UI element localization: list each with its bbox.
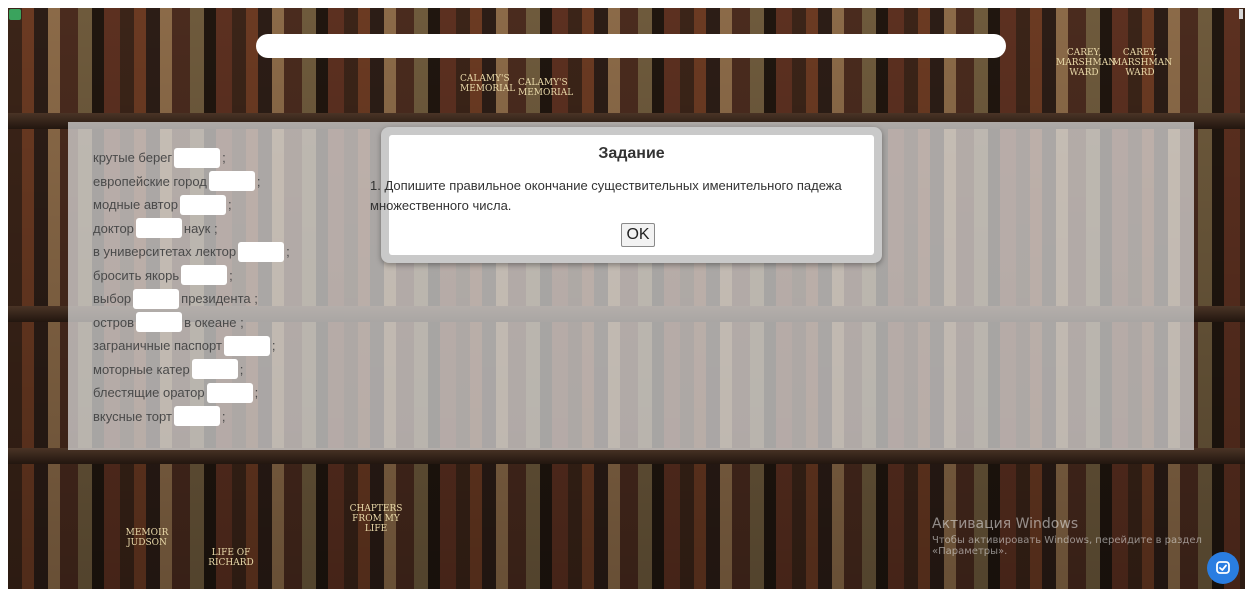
line-text-before: бросить якорь — [93, 267, 180, 283]
book-spine-label: CHAPTERS FROM MY LIFE — [349, 504, 403, 534]
app-icon[interactable] — [9, 9, 21, 20]
line-text-after: ; — [256, 173, 261, 189]
line-text-after: ; — [229, 267, 233, 283]
exercise-line: заграничные паспорт ; — [93, 334, 290, 358]
line-text-after: ; — [254, 385, 259, 400]
line-text-before: в университетах лектор — [93, 244, 237, 259]
line-text-after: наук ; — [183, 220, 218, 236]
book-spine-label: MEMOIR JUDSON — [125, 528, 169, 548]
exercise-line: остров в океане ; — [93, 311, 290, 335]
watermark-title: Активация Windows — [932, 516, 1079, 532]
line-text-before: выбор — [93, 291, 132, 306]
line-text-before: европейские город — [93, 173, 207, 189]
exercise-line: доктор наук ; — [93, 217, 290, 241]
exercise-line: крутые берег ; — [93, 146, 290, 170]
book-spine-label: LIFE OF RICHARD — [208, 548, 254, 568]
shelf-board — [8, 448, 1245, 464]
line-text-after: ; — [221, 408, 226, 424]
answer-input[interactable] — [206, 382, 253, 403]
answer-input[interactable] — [238, 241, 285, 262]
answer-input[interactable] — [135, 218, 182, 239]
line-text-before: моторные катер — [93, 361, 190, 377]
book-spine-label: CALAMY'S MEMORIAL — [518, 78, 574, 98]
answer-input[interactable] — [208, 171, 255, 192]
help-chat-button[interactable] — [1207, 552, 1239, 584]
line-text-before: остров — [93, 314, 135, 330]
book-spine-label: CAREY, MARSHMAN WARD — [1056, 48, 1117, 78]
line-text-after: ; — [222, 150, 226, 165]
answer-input[interactable] — [191, 359, 238, 380]
task-dialog: Задание 1. Допишите правильное окончание… — [370, 127, 882, 263]
exercise-line: выбор президента ; — [93, 287, 290, 311]
scroll-indicator — [1239, 9, 1243, 19]
line-text-after: ; — [239, 361, 244, 377]
answer-input[interactable] — [136, 312, 183, 333]
exercise-line: европейские город ; — [93, 170, 290, 194]
line-text-after: ; — [286, 244, 290, 259]
line-text-before: модные автор — [93, 197, 178, 212]
task-dialog-body: Задание 1. Допишите правильное окончание… — [370, 135, 874, 255]
book-spine-label: CALAMY'S MEMORIAL — [460, 74, 516, 94]
line-text-after: президента ; — [181, 291, 258, 306]
line-text-after: в океане ; — [184, 314, 244, 330]
exercise-line: вкусные торт ; — [93, 405, 290, 429]
chat-check-icon — [1216, 561, 1230, 574]
line-text-after: ; — [227, 197, 232, 212]
answer-input[interactable] — [174, 147, 221, 168]
line-text-before: доктор — [93, 220, 134, 236]
book-spine-label: CAREY, MARSHMAN WARD — [1112, 48, 1173, 78]
exercise-list: крутые берег ; европейские город ; модны… — [93, 146, 290, 428]
line-text-before: крутые берег — [93, 150, 173, 165]
line-text-after: ; — [271, 338, 276, 353]
answer-input[interactable] — [133, 288, 180, 309]
line-text-before: блестящие оратор — [93, 385, 205, 400]
progress-bar — [256, 34, 1006, 58]
exercise-line: бросить якорь ; — [93, 264, 290, 288]
dialog-title: Задание — [598, 145, 665, 162]
line-text-before: вкусные торт — [93, 408, 172, 424]
exercise-line: модные автор ; — [93, 193, 290, 217]
answer-input[interactable] — [179, 194, 226, 215]
exercise-line: в университетах лектор ; — [93, 240, 290, 264]
ok-button[interactable]: OK — [621, 223, 655, 247]
windows-activation-watermark: Активация Windows Чтобы активировать Win… — [932, 516, 1222, 557]
watermark-text: Чтобы активировать Windows, перейдите в … — [932, 535, 1202, 557]
dialog-text: 1. Допишите правильное окончание существ… — [370, 178, 842, 213]
exercise-line: моторные катер ; — [93, 358, 290, 382]
exercise-line: блестящие оратор ; — [93, 381, 290, 405]
page: CALAMY'S MEMORIAL CALAMY'S MEMORIAL CARE… — [0, 0, 1245, 589]
line-text-before: заграничные паспорт — [93, 338, 222, 353]
answer-input[interactable] — [173, 406, 220, 427]
answer-input[interactable] — [181, 265, 228, 286]
answer-input[interactable] — [223, 335, 270, 356]
